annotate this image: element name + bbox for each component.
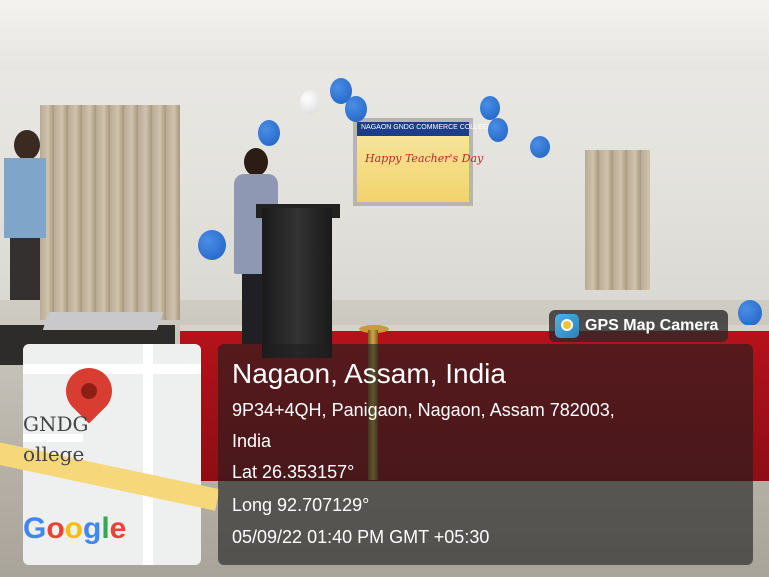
balloon (488, 118, 508, 142)
google-logo: Google (23, 512, 127, 545)
gps-map-camera-icon (555, 314, 579, 338)
balloon (258, 120, 280, 146)
longitude: Long 92.707129° (232, 495, 370, 515)
map-road (23, 364, 201, 374)
left-curtain (40, 105, 180, 320)
gps-camera-badge: GPS Map Camera (549, 310, 729, 342)
datetime: 05/09/22 01:40 PM GMT +05:30 (232, 527, 490, 547)
balloon (300, 90, 320, 114)
standing-man (4, 130, 46, 300)
address-line-2: India (232, 431, 272, 451)
location-info-card: Nagaon, Assam, India 9P34+4QH, Panigaon,… (218, 344, 753, 565)
map-place-label: ollege (23, 442, 85, 466)
banner-heading: NAGAON GNDG COMMERCE COLLEGE (361, 124, 493, 131)
laptop (42, 312, 164, 330)
map-place-label: GNDG (23, 412, 89, 436)
podium (262, 208, 332, 358)
right-curtain (585, 150, 650, 290)
location-title: Nagaon, Assam, India (232, 358, 506, 389)
badge-label: GPS Map Camera (585, 317, 719, 334)
banner-text: Happy Teacher's Day (365, 152, 484, 165)
map-road (143, 344, 153, 565)
balloon (198, 230, 226, 260)
latitude: Lat 26.353157° (232, 462, 355, 482)
ceiling (0, 0, 769, 70)
address-line-1: 9P34+4QH, Panigaon, Nagaon, Assam 782003… (232, 400, 615, 420)
balloon (480, 96, 500, 120)
teachers-day-banner: NAGAON GNDG COMMERCE COLLEGE Happy Teach… (353, 118, 493, 206)
balloon (345, 96, 367, 122)
balloon (738, 300, 762, 326)
balloon (530, 136, 550, 158)
